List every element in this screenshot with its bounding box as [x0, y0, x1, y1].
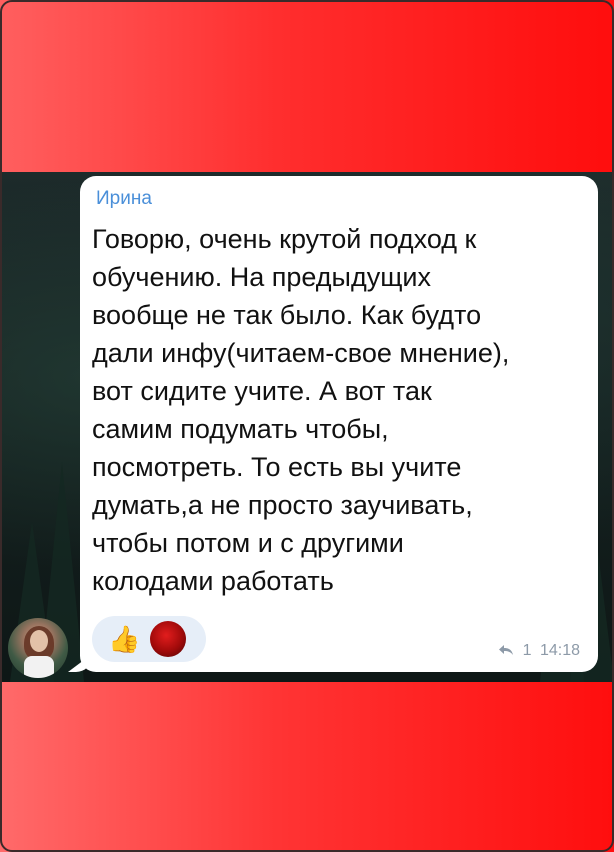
message-time: 14:18 — [539, 642, 580, 659]
reactor-avatar — [150, 621, 186, 657]
top-red-band — [0, 0, 614, 172]
reply-count: 1 — [522, 642, 532, 659]
thumbs-up-icon: 👍 — [108, 624, 141, 654]
message-meta: 1 14:18 — [498, 642, 580, 660]
message-bubble[interactable]: Ирина Говорю, очень крутой подход к обуч… — [80, 176, 598, 672]
bottom-red-band — [0, 682, 614, 852]
message-text: Говорю, очень крутой подход к обучению. … — [92, 224, 510, 596]
reply-arrow-icon[interactable] — [498, 644, 514, 656]
reactions-pill[interactable]: 👍 — [92, 616, 206, 662]
sender-name[interactable]: Ирина — [96, 188, 152, 210]
sender-avatar[interactable] — [8, 618, 68, 678]
